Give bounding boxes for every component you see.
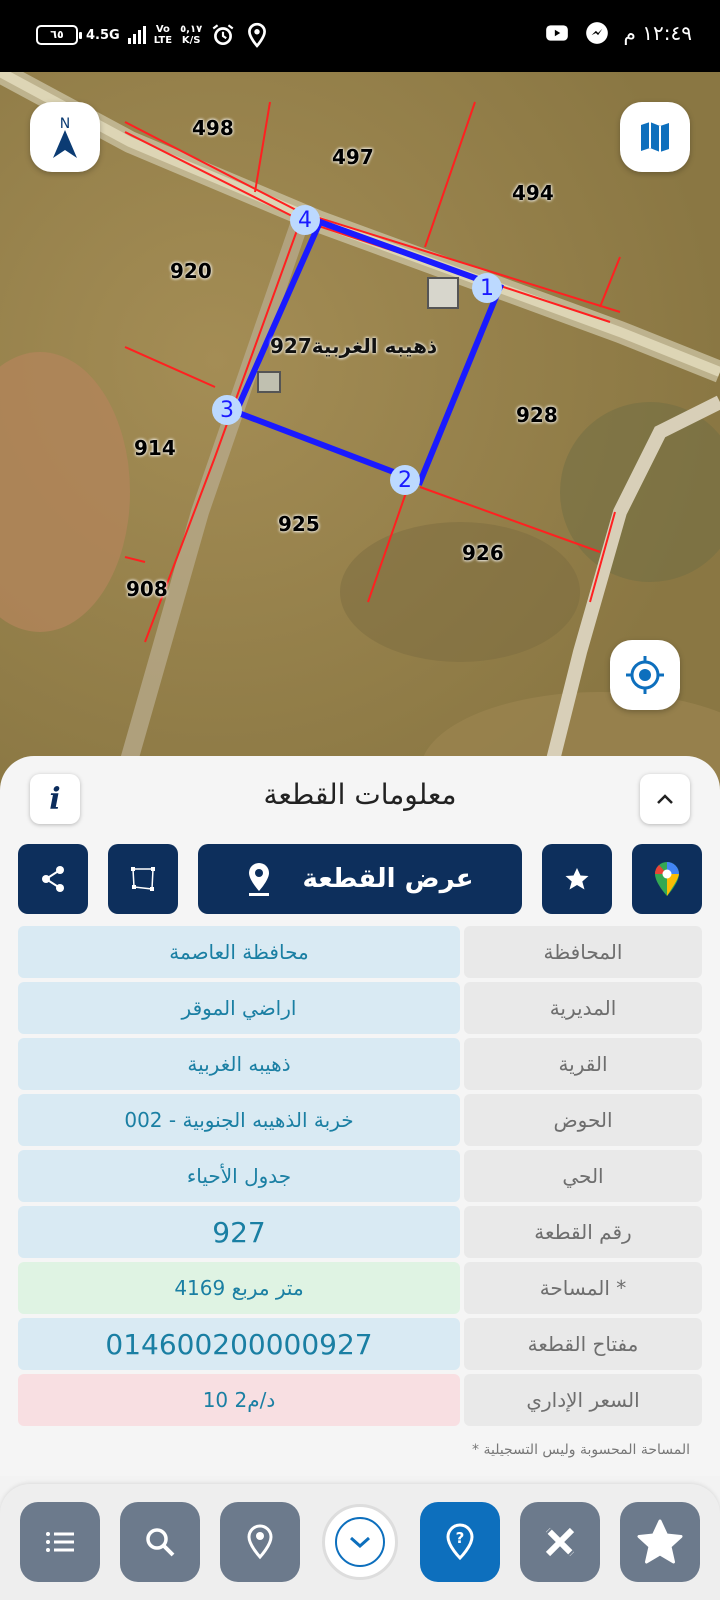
satellite-map[interactable]: ذهيبه الغربية927 1 2 3 4 498 497 494 920… xyxy=(0,72,720,792)
list-button[interactable] xyxy=(20,1502,100,1582)
neighbor-parcel-label: 908 xyxy=(126,577,168,601)
chevron-down-ring xyxy=(335,1517,385,1567)
neighbor-parcel-label: 914 xyxy=(134,436,176,460)
location-icon xyxy=(248,22,267,48)
favorite-button[interactable] xyxy=(542,844,612,914)
table-row: 927 رقم القطعة xyxy=(18,1206,702,1258)
speed-value: ٥,١٧ xyxy=(180,24,203,35)
basin-value: خربة الذهيبه الجنوبية - 002 xyxy=(18,1094,460,1146)
clock: ١٢:٤٩ م xyxy=(623,21,692,45)
table-row: جدول الأحياء الحي xyxy=(18,1150,702,1202)
polygon-icon xyxy=(131,867,155,891)
sheet-title: معلومات القطعة xyxy=(263,778,457,811)
neighbor-parcel-label: 926 xyxy=(462,541,504,565)
expand-button[interactable] xyxy=(322,1504,398,1580)
compass-letter: N xyxy=(60,116,70,132)
vertex-marker: 3 xyxy=(212,395,242,425)
draw-polygon-button[interactable] xyxy=(108,844,178,914)
measure-button[interactable] xyxy=(520,1502,600,1582)
share-button[interactable] xyxy=(18,844,88,914)
location-button[interactable] xyxy=(220,1502,300,1582)
search-button[interactable] xyxy=(120,1502,200,1582)
measure-icon xyxy=(545,1527,575,1557)
collapse-button[interactable] xyxy=(640,774,690,824)
vertex-marker: 1 xyxy=(472,273,502,303)
battery-icon: ٦٥ xyxy=(36,25,82,45)
search-icon xyxy=(146,1528,175,1557)
area-value: 4169 متر مربع xyxy=(18,1262,460,1314)
admin-price-label: السعر الإداري xyxy=(464,1374,702,1426)
location-pin-icon xyxy=(249,863,270,896)
bottom-nav: ? xyxy=(0,1484,720,1600)
directorate-label: المديرية xyxy=(464,982,702,1034)
help-location-button[interactable]: ? xyxy=(420,1502,500,1582)
carrier-bottom: LTE xyxy=(153,35,173,46)
neighborhood-value: جدول الأحياء xyxy=(18,1150,460,1202)
messenger-icon xyxy=(585,22,608,44)
neighbor-parcel-label: 498 xyxy=(192,116,234,140)
neighborhood-label: الحي xyxy=(464,1150,702,1202)
parcel-key-value: 014600200000927 xyxy=(18,1318,460,1370)
parcel-info-table: محافظة العاصمة المحافظة اراضي الموقر المدي… xyxy=(18,926,702,1430)
area-label: المساحة * xyxy=(464,1262,702,1314)
my-location-button[interactable] xyxy=(610,640,680,710)
star-icon xyxy=(637,1519,683,1564)
admin-price-value: 10 د/م2 xyxy=(18,1374,460,1426)
star-icon xyxy=(565,868,589,890)
table-row: خربة الذهيبه الجنوبية - 002 الحوض xyxy=(18,1094,702,1146)
chevron-down-icon xyxy=(350,1536,370,1549)
network-type: 4.5G xyxy=(86,27,120,43)
basin-label: الحوض xyxy=(464,1094,702,1146)
neighbor-parcel-label: 920 xyxy=(170,259,212,283)
compass-icon: N xyxy=(53,116,77,158)
show-plot-label: عرض القطعة xyxy=(302,864,474,894)
directorate-value: اراضي الموقر xyxy=(18,982,460,1034)
neighbor-parcel-label: 928 xyxy=(516,403,558,427)
show-plot-button[interactable]: عرض القطعة xyxy=(198,844,522,914)
table-row: ذهيبه الغربية القرية xyxy=(18,1038,702,1090)
neighbor-parcel-label: 925 xyxy=(278,512,320,536)
area-footnote: * المساحة المحسوبة وليس التسجيلية xyxy=(472,1442,690,1458)
neighbor-parcel-label: 494 xyxy=(512,181,554,205)
alarm-icon xyxy=(212,24,234,46)
svg-text:?: ? xyxy=(456,1529,465,1547)
table-row: 014600200000927 مفتاح القطعة xyxy=(18,1318,702,1370)
chevron-up-icon xyxy=(657,794,673,804)
signal-icon xyxy=(127,26,146,44)
youtube-icon xyxy=(545,25,568,41)
table-row: 4169 متر مربع المساحة * xyxy=(18,1262,702,1314)
parcel-label: ذهيبه الغربية927 xyxy=(270,334,438,358)
village-value: ذهيبه الغربية xyxy=(18,1038,460,1090)
google-maps-button[interactable] xyxy=(632,844,702,914)
speed-unit: K/S xyxy=(181,35,201,46)
help-pin-icon: ? xyxy=(446,1523,474,1561)
vertex-marker: 2 xyxy=(390,465,420,495)
parcel-info-sheet: i معلومات القطعة عرض القطعة محافظة العاص… xyxy=(0,756,720,1476)
location-pin-icon xyxy=(247,1524,273,1560)
carrier-top: Vo xyxy=(155,24,170,35)
village-label: القرية xyxy=(464,1038,702,1090)
map-layers-button[interactable] xyxy=(620,102,690,172)
share-icon xyxy=(42,866,64,892)
google-maps-icon xyxy=(654,862,679,896)
vertex-marker: 4 xyxy=(290,205,320,235)
parcel-key-label: مفتاح القطعة xyxy=(464,1318,702,1370)
parcel-number-label: رقم القطعة xyxy=(464,1206,702,1258)
status-bar: ٦٥ 4.5G Vo LTE ٥,١٧ K/S ١٢:٤٩ م xyxy=(0,0,720,72)
list-icon xyxy=(46,1532,74,1552)
table-row: محافظة العاصمة المحافظة xyxy=(18,926,702,978)
table-row: اراضي الموقر المديرية xyxy=(18,982,702,1034)
map-icon xyxy=(641,122,669,152)
compass-button[interactable]: N xyxy=(30,102,100,172)
parcel-number-value: 927 xyxy=(18,1206,460,1258)
governorate-value: محافظة العاصمة xyxy=(18,926,460,978)
neighbor-parcel-label: 497 xyxy=(332,145,374,169)
governorate-label: المحافظة xyxy=(464,926,702,978)
crosshair-icon xyxy=(626,656,664,694)
table-row: 10 د/م2 السعر الإداري xyxy=(18,1374,702,1426)
network-speed: ٥,١٧ K/S xyxy=(180,24,202,46)
favorites-button[interactable] xyxy=(620,1502,700,1582)
carrier: Vo LTE xyxy=(154,24,172,46)
battery-level: ٦٥ xyxy=(50,28,64,41)
